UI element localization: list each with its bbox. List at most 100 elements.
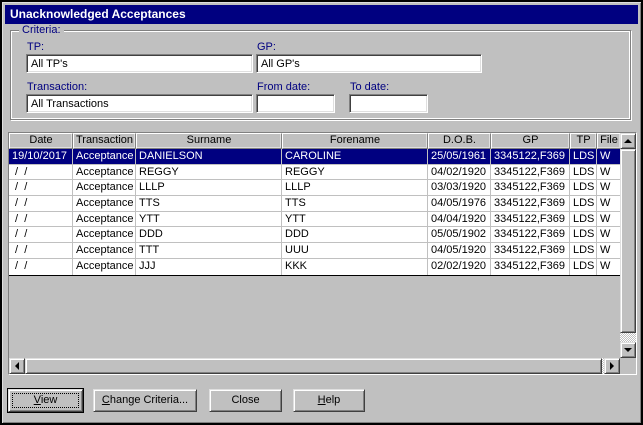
down-arrow-icon <box>624 348 632 352</box>
horizontal-scroll-thumb[interactable] <box>25 358 602 374</box>
cell-surname: JJJ <box>136 259 282 275</box>
cell-date: 19/10/2017 <box>9 149 73 164</box>
cell-file: W <box>597 165 620 180</box>
cell-surname: TTT <box>136 243 282 258</box>
cell-surname: YTT <box>136 212 282 227</box>
cell-date: / / <box>9 227 73 242</box>
cell-forename: UUU <box>282 243 428 258</box>
cell-tp: LDS <box>570 149 597 164</box>
cell-tp: LDS <box>570 259 597 275</box>
cell-date: / / <box>9 196 73 211</box>
cell-dob: 04/05/1976 <box>428 196 491 211</box>
gp-label: GP: <box>257 41 276 53</box>
cell-file: W <box>597 212 620 227</box>
cell-tp: LDS <box>570 227 597 242</box>
cell-surname: DANIELSON <box>136 149 282 164</box>
transaction-input[interactable] <box>26 94 253 113</box>
scroll-up-button[interactable] <box>620 133 636 149</box>
cell-date: / / <box>9 165 73 180</box>
column-header-transaction[interactable]: Transaction <box>73 133 136 149</box>
cell-gp: 3345122,F369 <box>491 243 570 258</box>
cell-date: / / <box>9 259 73 275</box>
cell-date: / / <box>9 243 73 258</box>
cell-tp: LDS <box>570 180 597 195</box>
vertical-scrollbar[interactable] <box>620 133 636 358</box>
scroll-left-button[interactable] <box>9 358 25 374</box>
criteria-group-label: Criteria: <box>19 24 64 37</box>
cell-tp: LDS <box>570 212 597 227</box>
column-header-dob[interactable]: D.O.B. <box>428 133 491 149</box>
to-date-label: To date: <box>350 81 389 93</box>
left-arrow-icon <box>15 362 19 370</box>
tp-input[interactable] <box>26 54 253 73</box>
cell-transaction: Acceptance <box>73 227 136 242</box>
scroll-right-button[interactable] <box>604 358 620 374</box>
horizontal-scrollbar[interactable] <box>9 358 620 374</box>
cell-dob: 25/05/1961 <box>428 149 491 164</box>
column-header-file[interactable]: File <box>597 133 620 149</box>
scroll-down-button[interactable] <box>620 342 636 358</box>
cell-transaction: Acceptance <box>73 196 136 211</box>
help-button[interactable]: Help <box>293 389 365 412</box>
right-arrow-icon <box>610 362 614 370</box>
table-row[interactable]: / /AcceptanceDDDDDD05/05/19023345122,F36… <box>9 227 620 243</box>
table-row[interactable]: / /AcceptanceLLLPLLLP03/03/19203345122,F… <box>9 180 620 196</box>
cell-gp: 3345122,F369 <box>491 212 570 227</box>
table-row[interactable]: 19/10/2017AcceptanceDANIELSONCAROLINE25/… <box>9 149 620 165</box>
tp-label: TP: <box>27 41 44 53</box>
column-header-forename[interactable]: Forename <box>282 133 428 149</box>
table-row[interactable]: / /AcceptanceYTTYTT04/04/19203345122,F36… <box>9 212 620 228</box>
cell-gp: 3345122,F369 <box>491 165 570 180</box>
column-header-date[interactable]: Date <box>9 133 73 149</box>
cell-dob: 04/04/1920 <box>428 212 491 227</box>
cell-transaction: Acceptance <box>73 149 136 164</box>
cell-file: W <box>597 196 620 211</box>
cell-transaction: Acceptance <box>73 180 136 195</box>
table-row[interactable]: / /AcceptanceTTSTTS04/05/19763345122,F36… <box>9 196 620 212</box>
cell-file: W <box>597 180 620 195</box>
table-row[interactable]: / /AcceptanceREGGYREGGY04/02/19203345122… <box>9 165 620 181</box>
title-bar[interactable]: Unacknowledged Acceptances <box>5 5 638 24</box>
gp-input[interactable] <box>256 54 482 73</box>
cell-dob: 03/03/1920 <box>428 180 491 195</box>
results-table: Date Transaction Surname Forename D.O.B.… <box>8 132 637 375</box>
cell-gp: 3345122,F369 <box>491 180 570 195</box>
cell-transaction: Acceptance <box>73 259 136 275</box>
column-header-surname[interactable]: Surname <box>136 133 282 149</box>
cell-dob: 04/05/1920 <box>428 243 491 258</box>
dialog-window: Unacknowledged Acceptances Criteria: TP:… <box>0 0 643 425</box>
close-button[interactable]: Close <box>209 389 282 412</box>
cell-tp: LDS <box>570 243 597 258</box>
view-button[interactable]: View <box>8 389 83 412</box>
cell-file: W <box>597 259 620 275</box>
to-date-input[interactable] <box>349 94 428 113</box>
table-header: Date Transaction Surname Forename D.O.B.… <box>9 133 620 149</box>
cell-forename: REGGY <box>282 165 428 180</box>
table-body: 19/10/2017AcceptanceDANIELSONCAROLINE25/… <box>9 149 620 276</box>
table-row[interactable]: / /AcceptanceJJJKKK02/02/19203345122,F36… <box>9 259 620 275</box>
scrollbar-corner <box>620 358 636 374</box>
vertical-scroll-thumb[interactable] <box>620 149 636 333</box>
cell-forename: YTT <box>282 212 428 227</box>
cell-forename: CAROLINE <box>282 149 428 164</box>
column-header-tp[interactable]: TP <box>570 133 597 149</box>
cell-tp: LDS <box>570 196 597 211</box>
cell-transaction: Acceptance <box>73 165 136 180</box>
cell-surname: LLLP <box>136 180 282 195</box>
cell-gp: 3345122,F369 <box>491 227 570 242</box>
cell-transaction: Acceptance <box>73 212 136 227</box>
cell-gp: 3345122,F369 <box>491 259 570 275</box>
cell-dob: 05/05/1902 <box>428 227 491 242</box>
from-date-input[interactable] <box>256 94 335 113</box>
change-criteria-button[interactable]: Change Criteria... <box>93 389 197 412</box>
cell-gp: 3345122,F369 <box>491 149 570 164</box>
cell-tp: LDS <box>570 165 597 180</box>
cell-file: W <box>597 149 620 164</box>
cell-transaction: Acceptance <box>73 243 136 258</box>
cell-file: W <box>597 227 620 242</box>
from-date-label: From date: <box>257 81 310 93</box>
column-header-gp[interactable]: GP <box>491 133 570 149</box>
window-title: Unacknowledged Acceptances <box>10 7 186 21</box>
table-row[interactable]: / /AcceptanceTTTUUU04/05/19203345122,F36… <box>9 243 620 259</box>
up-arrow-icon <box>624 139 632 143</box>
